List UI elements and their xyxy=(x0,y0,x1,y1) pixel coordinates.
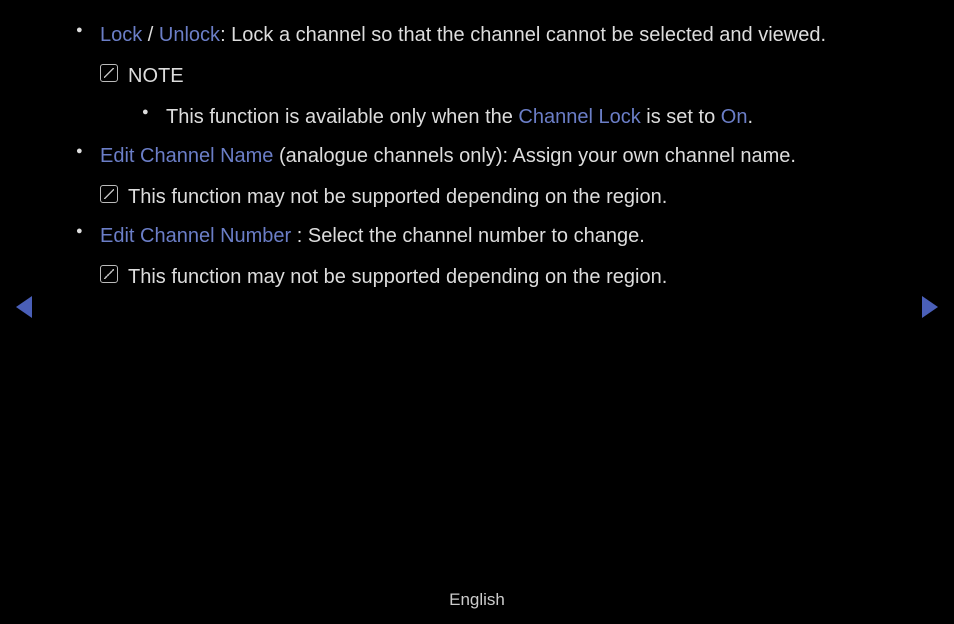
prev-page-arrow-icon[interactable] xyxy=(16,296,32,318)
sub-list-item: This function is available only when the… xyxy=(166,102,894,133)
sub-mid: is set to xyxy=(641,106,721,128)
note-label: NOTE xyxy=(128,61,894,92)
note-line: This function may not be supported depen… xyxy=(100,262,894,293)
lock-desc: : Lock a channel so that the channel can… xyxy=(220,24,826,46)
lock-label: Lock xyxy=(100,24,142,46)
edit-name-desc: (analogue channels only): Assign your ow… xyxy=(273,145,796,167)
channel-lock-label: Channel Lock xyxy=(518,106,640,128)
list-item-edit-number: Edit Channel Number : Select the channel… xyxy=(100,221,894,293)
edit-number-desc: : Select the channel number to change. xyxy=(291,225,645,247)
note-icon xyxy=(100,265,118,283)
next-page-arrow-icon[interactable] xyxy=(922,296,938,318)
help-content: Lock / Unlock: Lock a channel so that th… xyxy=(0,0,954,293)
main-list: Lock / Unlock: Lock a channel so that th… xyxy=(60,20,894,293)
note-icon xyxy=(100,64,118,82)
sub-post: . xyxy=(747,106,753,128)
note-text: This function may not be supported depen… xyxy=(128,262,894,293)
unlock-label: Unlock xyxy=(159,24,220,46)
note-line: NOTE xyxy=(100,61,894,92)
edit-channel-name-label: Edit Channel Name xyxy=(100,145,273,167)
list-item-lock: Lock / Unlock: Lock a channel so that th… xyxy=(100,20,894,133)
edit-channel-number-label: Edit Channel Number xyxy=(100,225,291,247)
list-item-edit-name: Edit Channel Name (analogue channels onl… xyxy=(100,141,894,213)
language-label: English xyxy=(0,590,954,610)
lock-separator: / xyxy=(142,24,159,46)
sub-list: This function is available only when the… xyxy=(100,102,894,133)
note-text: This function may not be supported depen… xyxy=(128,182,894,213)
on-label: On xyxy=(721,106,748,128)
sub-pre: This function is available only when the xyxy=(166,106,518,128)
note-icon xyxy=(100,185,118,203)
note-line: This function may not be supported depen… xyxy=(100,182,894,213)
